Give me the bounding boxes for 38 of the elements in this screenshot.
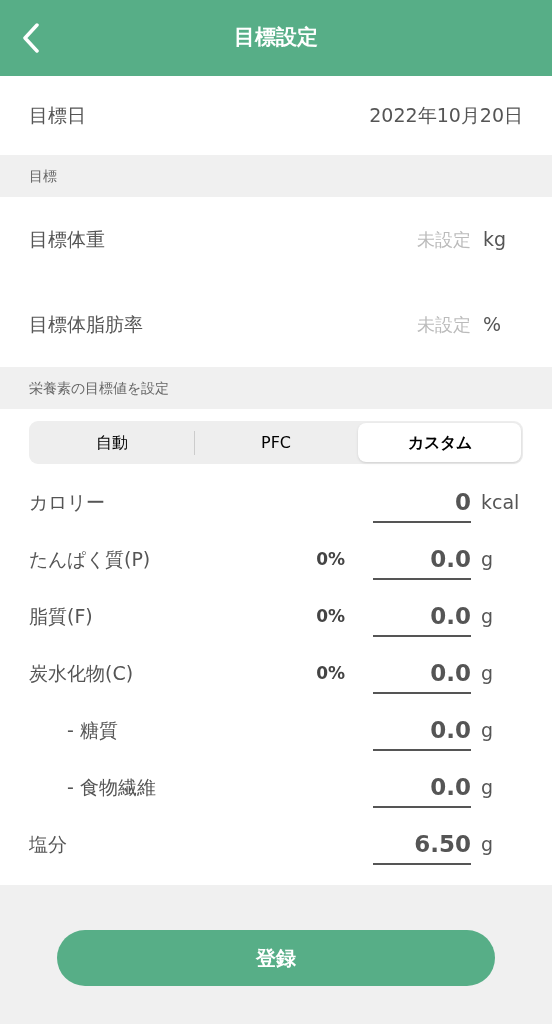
unit-label: g: [480, 661, 495, 687]
target-date-row[interactable]: 目標日 2022年10月20日: [0, 76, 552, 155]
percent-text: 0%: [316, 547, 345, 571]
nutrient-label: 塩分: [29, 832, 67, 858]
nutrient-label: カロリー: [29, 490, 105, 516]
target-date-value: 2022年10月20日: [369, 103, 523, 129]
nutrient-label: 炭水化物(C): [29, 661, 134, 687]
value-input-field[interactable]: 6.50: [373, 824, 471, 865]
mode-tab[interactable]: カスタム: [358, 423, 521, 462]
goal-label: 目標体重: [29, 227, 105, 253]
nutrient-label: 脂質(F): [29, 604, 93, 630]
unit-label: g: [480, 832, 495, 858]
unit-label: kcal: [480, 490, 521, 516]
unit-label: g: [480, 775, 495, 801]
mode-tab[interactable]: PFC: [194, 423, 358, 462]
section-heading: 栄養素の目標値を設定: [29, 378, 169, 398]
goal-label: 目標体脂肪率: [29, 312, 143, 338]
value-input-field[interactable]: 0.0: [373, 539, 471, 580]
back-chevron-icon: [22, 23, 40, 53]
nutrient-label: - 糖質: [66, 718, 118, 744]
unit-label: g: [480, 604, 495, 630]
nutrient-label: たんぱく質(P): [29, 547, 151, 573]
percent-text: 0%: [316, 604, 345, 628]
value-input-field[interactable]: 0.0: [373, 767, 471, 808]
mode-tab[interactable]: 自動: [31, 423, 194, 462]
unit-label: g: [480, 547, 495, 573]
target-date-label: 目標日: [29, 103, 86, 129]
value-input-field[interactable]: 0.0: [373, 653, 471, 694]
percent-text: 0%: [316, 661, 345, 685]
nutrient-label: - 食物繊維: [66, 775, 156, 801]
unit-label: g: [480, 718, 495, 744]
value-input-field[interactable]: 0.0: [373, 596, 471, 637]
unit-label: %: [482, 312, 503, 338]
page-title: 目標設定: [234, 24, 318, 52]
unit-label: kg: [482, 227, 508, 253]
value-input-field[interactable]: 0: [373, 482, 471, 523]
section-heading: 目標: [29, 166, 57, 186]
value-input-field[interactable]: 0.0: [373, 710, 471, 751]
